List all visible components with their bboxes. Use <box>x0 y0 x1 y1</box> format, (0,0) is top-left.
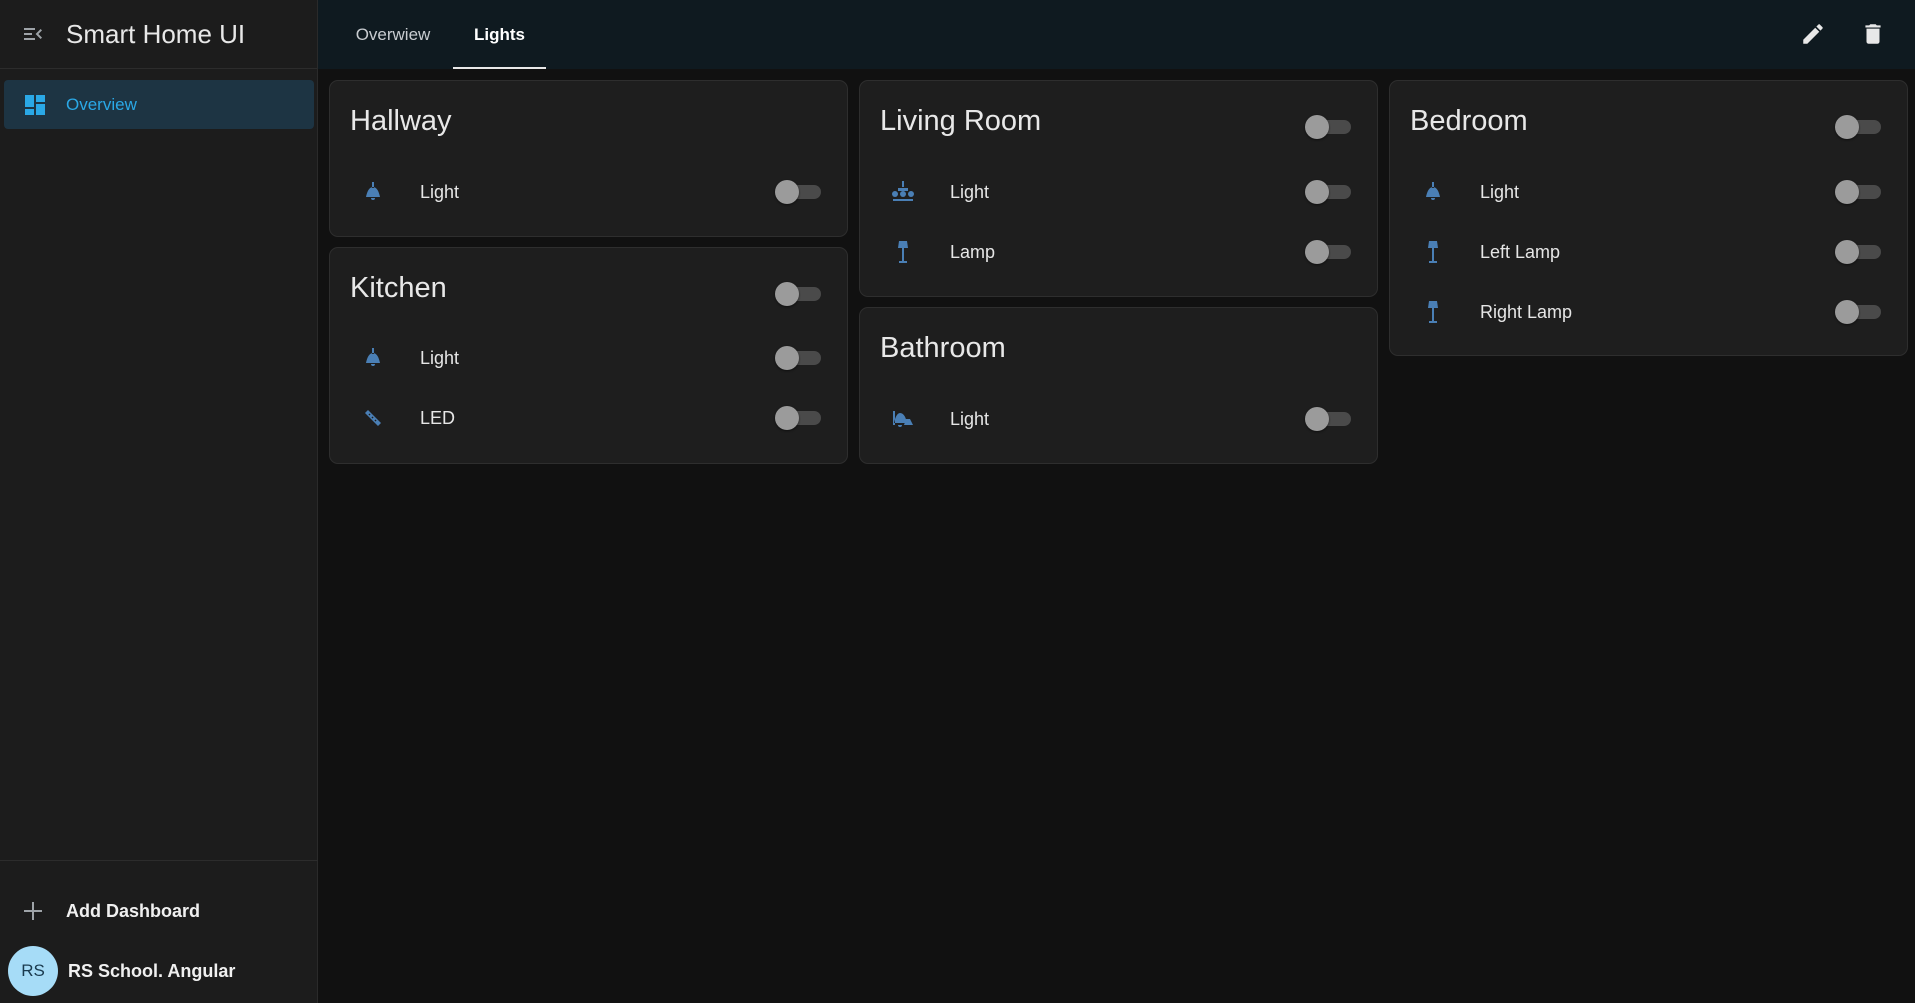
room-title: Bathroom <box>880 332 1006 364</box>
device-toggle[interactable] <box>775 178 823 206</box>
device-toggle[interactable] <box>1305 405 1353 433</box>
device-toggle[interactable] <box>775 404 823 432</box>
device-row: Right Lamp <box>1390 292 1907 332</box>
device-toggle[interactable] <box>1305 238 1353 266</box>
room-title: Bedroom <box>1410 105 1528 137</box>
room-card-bathroom: Bathroom Light <box>859 307 1378 464</box>
room-toggle[interactable] <box>775 280 823 308</box>
dashboard-icon <box>4 93 66 117</box>
sidebar: Smart Home UI Overview Add Dashboard RS … <box>0 0 318 1003</box>
room-card-kitchen: Kitchen Light LED <box>329 247 848 464</box>
delete-button[interactable] <box>1853 14 1893 54</box>
device-label: LED <box>420 408 456 428</box>
add-dashboard-button[interactable]: Add Dashboard <box>0 891 318 931</box>
room-title: Hallway <box>350 105 452 137</box>
device-toggle[interactable] <box>775 344 823 372</box>
sidebar-header: Smart Home UI <box>0 0 317 69</box>
chandelier-icon <box>888 178 918 206</box>
tab-overview[interactable]: Overwiew <box>318 0 468 69</box>
pencil-icon <box>1803 24 1823 44</box>
floor-lamp-icon <box>1418 238 1448 266</box>
app-title: Smart Home UI <box>66 18 246 49</box>
device-label: Light <box>950 409 990 429</box>
room-title: Kitchen <box>350 272 447 304</box>
user-name: RS School. Angular <box>68 960 236 981</box>
menu-open-icon <box>24 28 42 40</box>
wall-light-icon <box>888 405 918 433</box>
sidebar-footer: Add Dashboard RS RS School. Angular <box>0 860 318 1003</box>
device-row: Light <box>330 338 847 378</box>
room-toggle[interactable] <box>1305 113 1353 141</box>
device-label: Light <box>1480 182 1520 202</box>
tab-lights[interactable]: Lights <box>453 0 546 69</box>
device-toggle[interactable] <box>1305 178 1353 206</box>
edit-button[interactable] <box>1793 14 1833 54</box>
plus-icon <box>0 900 66 922</box>
device-label: Lamp <box>950 242 996 262</box>
device-label: Right Lamp <box>1480 302 1573 322</box>
active-tab-indicator <box>453 67 546 69</box>
room-toggle[interactable] <box>1835 113 1883 141</box>
room-title: Living Room <box>880 105 1042 137</box>
led-strip-icon <box>358 404 388 432</box>
top-bar: Overwiew Lights <box>318 0 1915 69</box>
device-label: Light <box>420 348 460 368</box>
device-toggle[interactable] <box>1835 298 1883 326</box>
device-toggle[interactable] <box>1835 178 1883 206</box>
ceiling-light-icon <box>1418 178 1448 206</box>
device-toggle[interactable] <box>1835 238 1883 266</box>
room-card-hallway: Hallway Light <box>329 80 848 237</box>
sidebar-item-label: Overview <box>66 94 137 114</box>
ceiling-light-icon <box>358 178 388 206</box>
device-row: Lamp <box>860 232 1377 272</box>
add-dashboard-label: Add Dashboard <box>66 900 201 921</box>
device-row: Light <box>1390 172 1907 212</box>
ceiling-light-icon <box>358 344 388 372</box>
user-profile[interactable]: RS RS School. Angular <box>0 941 318 1001</box>
floor-lamp-icon <box>888 238 918 266</box>
device-row: Light <box>860 399 1377 439</box>
trash-icon <box>1865 24 1881 44</box>
floor-lamp-icon <box>1418 298 1448 326</box>
room-card-bedroom: Bedroom Light Left Lamp Right Lamp <box>1389 80 1908 356</box>
room-card-living-room: Living Room Light Lamp <box>859 80 1378 297</box>
device-row: Light <box>860 172 1377 212</box>
device-label: Light <box>950 182 990 202</box>
device-row: LED <box>330 398 847 438</box>
device-label: Left Lamp <box>1480 242 1561 262</box>
device-row: Light <box>330 172 847 212</box>
device-label: Light <box>420 182 460 202</box>
sidebar-item-overview[interactable]: Overview <box>4 80 314 129</box>
avatar: RS <box>8 946 58 996</box>
device-row: Left Lamp <box>1390 232 1907 272</box>
menu-collapse-button[interactable] <box>0 0 66 69</box>
